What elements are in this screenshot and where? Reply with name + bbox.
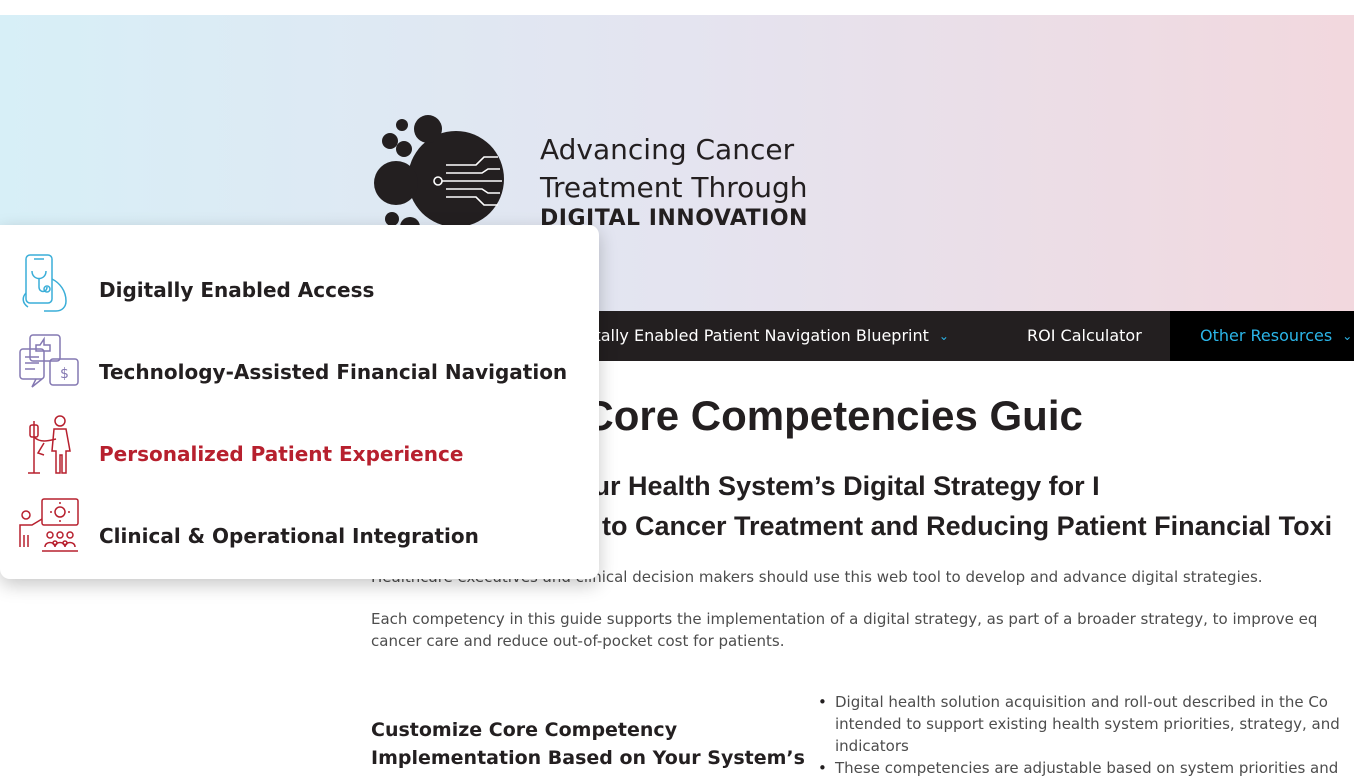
menu-item-label: Clinical & Operational Integration bbox=[99, 524, 479, 548]
competency-paragraph-line-2: cancer care and reduce out-of-pocket cos… bbox=[371, 632, 785, 650]
nav-item-navigation-blueprint[interactable]: itally Enabled Patient Navigation Bluepr… bbox=[590, 311, 949, 361]
section-heading-line-2: Implementation Based on Your System’s bbox=[371, 747, 805, 769]
presentation-team-icon bbox=[19, 498, 79, 552]
menu-item-clinical-operational[interactable]: Clinical & Operational Integration bbox=[0, 495, 599, 577]
nav-item-label: Other Resources bbox=[1200, 326, 1333, 345]
menu-item-digitally-enabled-access[interactable]: Digitally Enabled Access bbox=[0, 249, 599, 331]
patient-iv-icon bbox=[28, 415, 71, 474]
bullet-item: These competencies are adjustable based … bbox=[818, 757, 1340, 779]
menu-item-label: Technology-Assisted Financial Navigation bbox=[99, 360, 568, 384]
nav-item-other-resources[interactable]: Other Resources ⌄ bbox=[1170, 311, 1354, 361]
nav-item-label: ROI Calculator bbox=[1027, 326, 1142, 345]
menu-item-label: Personalized Patient Experience bbox=[99, 442, 464, 466]
logo-line-2: Treatment Through bbox=[540, 171, 808, 204]
customization-bullets: Digital health solution acquisition and … bbox=[818, 691, 1340, 779]
competency-paragraph: Each competency in this guide supports t… bbox=[371, 608, 1317, 652]
menu-item-label: Digitally Enabled Access bbox=[99, 278, 375, 302]
pillars-dropdown-menu: Digitally Enabled Access $ Technology-As… bbox=[0, 225, 599, 579]
logo-text: Advancing Cancer Treatment Through DIGIT… bbox=[540, 131, 808, 231]
svg-text:$: $ bbox=[60, 366, 69, 382]
section-heading: Customize Core Competency Implementation… bbox=[371, 716, 805, 772]
bullet-item: Digital health solution acquisition and … bbox=[818, 691, 1340, 757]
chevron-down-icon: ⌄ bbox=[1342, 329, 1353, 343]
smartphone-stethoscope-icon bbox=[22, 254, 67, 312]
nav-item-label: itally Enabled Patient Navigation Bluepr… bbox=[590, 326, 929, 345]
competency-paragraph-line-1: Each competency in this guide supports t… bbox=[371, 610, 1318, 628]
nav-item-roi-calculator[interactable]: ROI Calculator bbox=[1027, 311, 1142, 361]
menu-item-personalized-experience[interactable]: Personalized Patient Experience bbox=[0, 413, 599, 495]
menu-item-financial-navigation[interactable]: $ Technology-Assisted Financial Navigati… bbox=[0, 331, 599, 413]
logo-line-1: Advancing Cancer bbox=[540, 133, 795, 166]
logo-mark-icon bbox=[374, 115, 504, 237]
chevron-down-icon: ⌄ bbox=[938, 329, 949, 343]
financial-chat-icon: $ bbox=[19, 334, 79, 388]
section-heading-line-1: Customize Core Competency bbox=[371, 719, 678, 741]
